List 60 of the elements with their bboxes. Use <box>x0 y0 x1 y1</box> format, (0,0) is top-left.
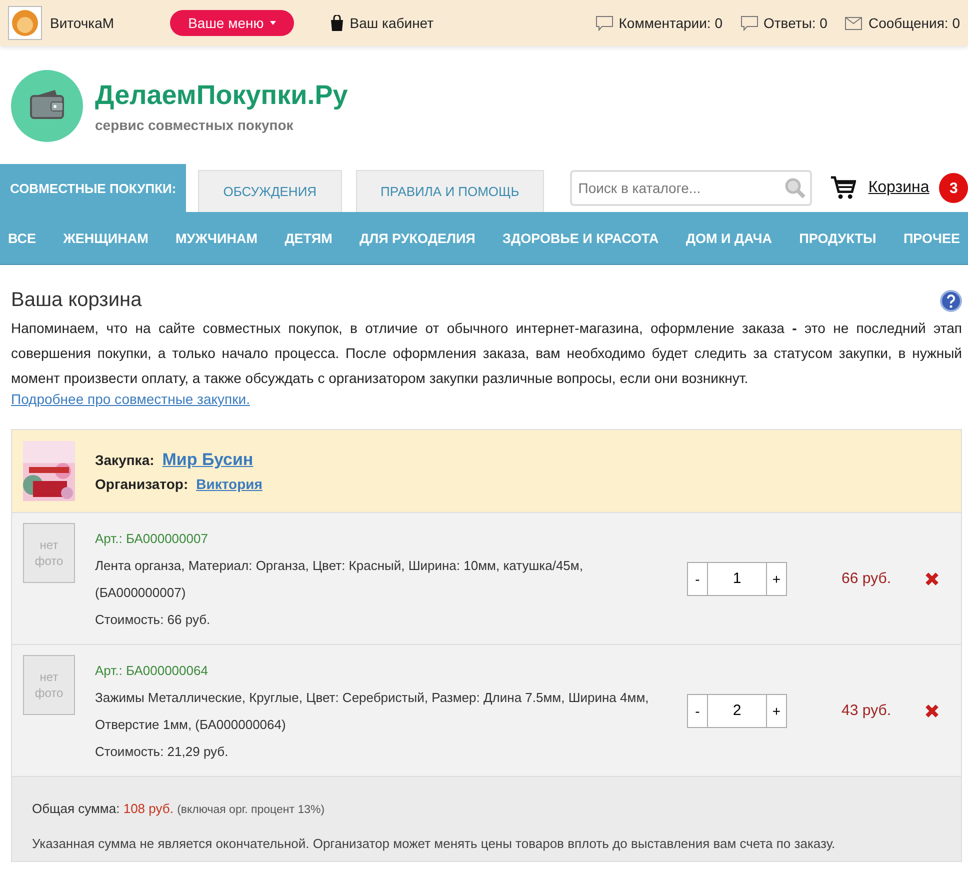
search-field[interactable]: Поиск в каталоге... <box>570 170 812 206</box>
envelope-icon <box>845 16 862 30</box>
site-title[interactable]: ДелаемПокупки.Ру <box>95 80 348 110</box>
purchase-link[interactable]: Мир Бусин <box>162 450 254 470</box>
article-number: Арт.: БА000000007 <box>95 530 209 548</box>
decrease-button[interactable]: - <box>687 562 708 596</box>
item-description: Зажимы Металлические, Круглые, Цвет: Серебристый, Размер: Длина 7.5мм, Ширина 4мм, Отверстие 1мм, (БА000000064) <box>95 688 650 734</box>
quantity-field[interactable]: 1 <box>708 562 766 596</box>
intro-paragraph: Напоминаем, что на сайте совместных покупок, в отличие от обычного интернет-магазина, оформление заказа - это не последний этап совершения покупки, а только начало процесса. После оформления заказа, вам необходимо будет следить за статусом закупки, в нужный момент произвести оплату, а также обсуждать с организатором закупки различные вопросы, если они возникнут. <box>11 319 962 388</box>
no-photo-text: нет фото <box>34 669 64 701</box>
wallet-logo-icon[interactable] <box>11 70 83 142</box>
help-icon[interactable] <box>940 290 962 312</box>
item-price: 66 руб. <box>842 570 891 587</box>
purchase-label: Закупка: <box>95 452 154 468</box>
item-description: Лента органза, Материал: Органза, Цвет: Красный, Ширина: 10мм, катушка/45м, (БА000000007) <box>95 556 584 602</box>
disclaimer-text: Указанная сумма не является окончательной. Организатор может менять цены товаров вплоть до выставления вам счета по заказу. <box>32 836 836 851</box>
speech-bubble-icon <box>740 16 758 30</box>
user-name[interactable]: ВиточкаМ <box>50 15 114 31</box>
total-note: (включая орг. процент 13%) <box>177 804 325 816</box>
bag-icon <box>330 15 344 31</box>
no-photo-text: нет фото <box>34 537 64 569</box>
nav-tab[interactable]: СОВМЕСТНЫЕ ПОКУПКИ: <box>0 164 186 212</box>
category-link[interactable]: ЖЕНЩИНАМ <box>63 230 148 246</box>
nav-tab[interactable]: ПРАВИЛА И ПОМОЩЬ <box>356 170 544 212</box>
quantity-field[interactable]: 2 <box>708 694 766 728</box>
speech-bubble-icon <box>596 16 613 30</box>
cart-link[interactable]: Корзина <box>868 179 930 197</box>
item-cost: Стоимость: 21,29 руб. <box>95 742 230 761</box>
delete-icon[interactable] <box>925 704 939 718</box>
cart-count-badge: 3 <box>939 173 968 203</box>
site-tagline: сервис совместных покупок <box>95 116 294 132</box>
category-link[interactable]: ДЛЯ РУКОДЕЛИЯ <box>360 230 476 246</box>
article-number: Арт.: БА000000064 <box>95 662 209 680</box>
total-label: Общая сумма: <box>32 801 120 816</box>
delete-icon[interactable] <box>925 572 939 586</box>
category-link[interactable]: ВСЕ <box>8 230 36 246</box>
counter-link[interactable]: Сообщения: 0 <box>868 15 960 31</box>
category-link[interactable]: МУЖЧИНАМ <box>176 230 258 246</box>
menu-button[interactable]: Ваше меню <box>170 10 294 36</box>
cart-icon[interactable] <box>830 175 856 201</box>
category-link[interactable]: ЗДОРОВЬЕ И КРАСОТА <box>502 230 659 246</box>
caret-icon <box>270 21 276 25</box>
item-price: 43 руб. <box>842 702 891 719</box>
organizer-link[interactable]: Виктория <box>196 476 262 492</box>
organizer-label: Организатор: <box>95 476 188 492</box>
cabinet-link[interactable]: Ваш кабинет <box>350 15 434 31</box>
counter-link[interactable]: Ответы: 0 <box>764 15 828 31</box>
more-info-link[interactable]: Подробнее про совместные закупки. <box>11 391 250 407</box>
category-link[interactable]: ПРОДУКТЫ <box>799 230 876 246</box>
decrease-button[interactable]: - <box>687 694 708 728</box>
page-title: Ваша корзина <box>11 289 142 312</box>
category-link[interactable]: ДОМ И ДАЧА <box>686 230 772 246</box>
nav-tab[interactable]: ОБСУЖДЕНИЯ <box>198 170 342 212</box>
counter-link[interactable]: Комментарии: 0 <box>618 15 722 31</box>
category-link[interactable]: ДЕТЯМ <box>284 230 332 246</box>
total-amount: 108 руб. <box>123 801 174 816</box>
increase-button[interactable]: + <box>766 562 787 596</box>
item-cost: Стоимость: 66 руб. <box>95 610 212 629</box>
category-link[interactable]: ПРОЧЕЕ <box>903 230 960 246</box>
increase-button[interactable]: + <box>766 694 787 728</box>
